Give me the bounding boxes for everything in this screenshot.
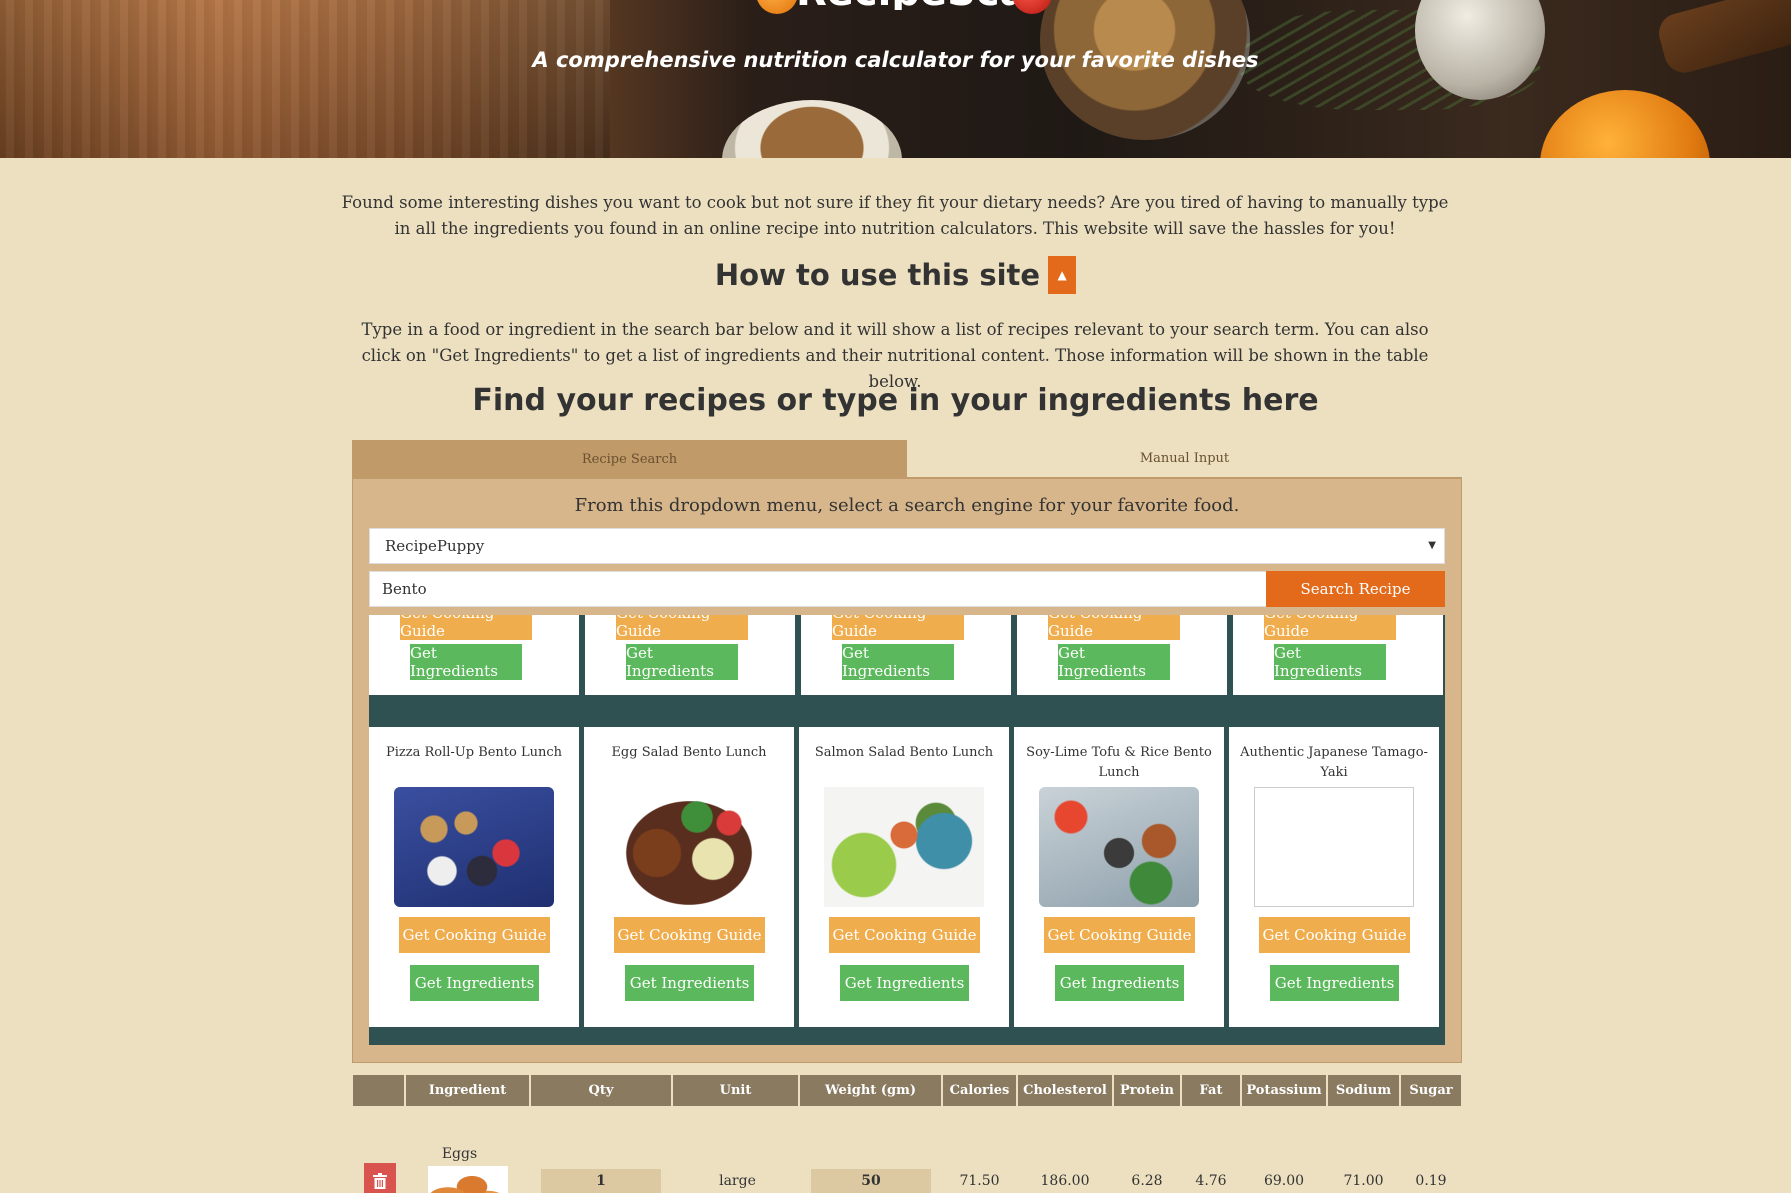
get-cooking-guide-button[interactable]: Get Cooking Guide — [616, 615, 748, 640]
missing-image — [1254, 787, 1414, 907]
get-ingredients-button[interactable]: Get Ingredients — [1058, 644, 1170, 680]
column-header: Cholesterol — [1018, 1075, 1112, 1106]
get-cooking-guide-button[interactable]: Get Cooking Guide — [832, 615, 964, 640]
get-cooking-guide-button[interactable]: Get Cooking Guide — [1044, 917, 1195, 953]
cholesterol-value: 186.00 — [1040, 1173, 1090, 1189]
get-cooking-guide-button[interactable]: Get Cooking Guide — [1264, 615, 1396, 640]
intro-text: Found some interesting dishes you want t… — [341, 193, 1449, 238]
dropdown-caret-icon: ▼ — [1428, 540, 1436, 551]
recipe-card[interactable]: Egg Salad Bento Lunch Get Cooking Guide … — [584, 727, 794, 1027]
get-ingredients-button[interactable]: Get Ingredients — [840, 965, 969, 1001]
panel-instruction: From this dropdown menu, select a search… — [574, 495, 1240, 516]
sodium-value: 71.00 — [1343, 1173, 1384, 1189]
recipe-card: Get Cooking Guide Get Ingredients — [1017, 615, 1227, 695]
find-title: Find your recipes or type in your ingred… — [472, 383, 1319, 418]
search-recipe-button[interactable]: Search Recipe — [1266, 571, 1445, 607]
get-ingredients-button[interactable]: Get Ingredients — [1055, 965, 1184, 1001]
delete-row-button[interactable] — [364, 1163, 396, 1193]
site-logo[interactable]: RecipeScan — [796, 0, 1016, 10]
table-row: Eggs 1 large 50 71.50 186.00 6.28 4.76 6… — [353, 1106, 1461, 1193]
recipe-title: Egg Salad Bento Lunch — [611, 745, 767, 760]
table-header: Ingredient Qty Unit Weight (gm) Calories… — [353, 1075, 1461, 1106]
howto-header: How to use this site ▲ — [0, 256, 1791, 294]
caret-up-icon: ▲ — [1057, 268, 1067, 282]
column-header: Potassium — [1242, 1075, 1326, 1106]
get-ingredients-button[interactable]: Get Ingredients — [410, 965, 539, 1001]
get-cooking-guide-button[interactable]: Get Cooking Guide — [1259, 917, 1410, 953]
get-cooking-guide-button[interactable]: Get Cooking Guide — [400, 615, 532, 640]
column-header: Calories — [943, 1075, 1016, 1106]
qty-input[interactable]: 1 — [541, 1169, 661, 1193]
column-header: Sodium — [1328, 1075, 1399, 1106]
recipe-card[interactable]: Authentic Japanese Tamago-Yaki Get Cooki… — [1229, 727, 1439, 1027]
sugar-value: 0.19 — [1415, 1173, 1447, 1189]
calories-value: 71.50 — [959, 1173, 1000, 1189]
ingredient-name: Eggs — [441, 1146, 478, 1162]
get-ingredients-button[interactable]: Get Ingredients — [410, 644, 522, 680]
recipe-card: Get Cooking Guide Get Ingredients — [369, 615, 579, 695]
header-banner: RecipeScan A comprehensive nutrition cal… — [0, 0, 1791, 158]
egg-salad-bento-image — [609, 787, 769, 907]
search-engine-value: RecipePuppy — [385, 537, 485, 555]
get-ingredients-button[interactable]: Get Ingredients — [626, 644, 738, 680]
logo-orange-icon — [756, 0, 798, 14]
recipe-title: Salmon Salad Bento Lunch — [814, 745, 994, 760]
trash-icon — [373, 1173, 387, 1189]
recipe-search-input[interactable]: Bento — [369, 571, 1268, 607]
recipe-card[interactable]: Salmon Salad Bento Lunch Get Cooking Gui… — [799, 727, 1009, 1027]
get-cooking-guide-button[interactable]: Get Cooking Guide — [1048, 615, 1180, 640]
get-cooking-guide-button[interactable]: Get Cooking Guide — [829, 917, 980, 953]
fat-value: 4.76 — [1195, 1173, 1227, 1189]
get-cooking-guide-button[interactable]: Get Cooking Guide — [399, 917, 550, 953]
recipe-search-panel: From this dropdown menu, select a search… — [352, 478, 1462, 1063]
tagline: A comprehensive nutrition calculator for… — [532, 48, 1259, 72]
get-ingredients-button[interactable]: Get Ingredients — [625, 965, 754, 1001]
ingredient-table: Ingredient Qty Unit Weight (gm) Calories… — [353, 1075, 1461, 1193]
bowl-image — [722, 100, 902, 158]
search-engine-select[interactable]: RecipePuppy ▼ — [369, 528, 1445, 564]
get-ingredients-button[interactable]: Get Ingredients — [1270, 965, 1399, 1001]
search-tabs: Recipe Search Manual Input — [352, 440, 1462, 478]
column-header: Qty — [531, 1075, 671, 1106]
recipe-title: Soy-Lime Tofu & Rice Bento Lunch — [1026, 745, 1212, 780]
recipe-card: Get Cooking Guide Get Ingredients — [585, 615, 795, 695]
column-header: Ingredient — [406, 1075, 529, 1106]
column-header: Protein — [1114, 1075, 1180, 1106]
column-header: Weight (gm) — [800, 1075, 941, 1106]
potassium-value: 69.00 — [1263, 1173, 1305, 1189]
recipe-card[interactable]: Soy-Lime Tofu & Rice Bento Lunch Get Coo… — [1014, 727, 1224, 1027]
column-header: Sugar — [1401, 1075, 1461, 1106]
salmon-salad-bento-image — [824, 787, 984, 907]
get-ingredients-button[interactable]: Get Ingredients — [1274, 644, 1386, 680]
howto-title: How to use this site — [714, 258, 1041, 292]
recipe-title: Pizza Roll-Up Bento Lunch — [385, 745, 563, 760]
get-cooking-guide-button[interactable]: Get Cooking Guide — [614, 917, 765, 953]
tab-manual-input[interactable]: Manual Input — [907, 440, 1462, 478]
tofu-rice-bento-image — [1039, 787, 1199, 907]
recipe-title: Authentic Japanese Tamago-Yaki — [1240, 745, 1428, 780]
collapse-toggle-button[interactable]: ▲ — [1048, 256, 1077, 294]
orange-image — [1540, 90, 1710, 158]
protein-value: 6.28 — [1131, 1173, 1163, 1189]
column-header — [353, 1075, 404, 1106]
eggs-image — [428, 1166, 508, 1193]
board-shade — [0, 0, 610, 158]
column-header: Fat — [1182, 1075, 1240, 1106]
recipe-results-grid[interactable]: Get Cooking Guide Get Ingredients Get Co… — [369, 615, 1445, 1045]
get-ingredients-button[interactable]: Get Ingredients — [842, 644, 954, 680]
weight-input[interactable]: 50 — [811, 1169, 931, 1193]
recipe-card: Get Cooking Guide Get Ingredients — [1233, 615, 1443, 695]
recipe-card[interactable]: Pizza Roll-Up Bento Lunch Get Cooking Gu… — [369, 727, 579, 1027]
column-header: Unit — [673, 1075, 798, 1106]
recipe-card: Get Cooking Guide Get Ingredients — [801, 615, 1011, 695]
tab-recipe-search[interactable]: Recipe Search — [352, 440, 907, 478]
unit-value: large — [719, 1173, 756, 1189]
pizza-bento-image — [394, 787, 554, 907]
